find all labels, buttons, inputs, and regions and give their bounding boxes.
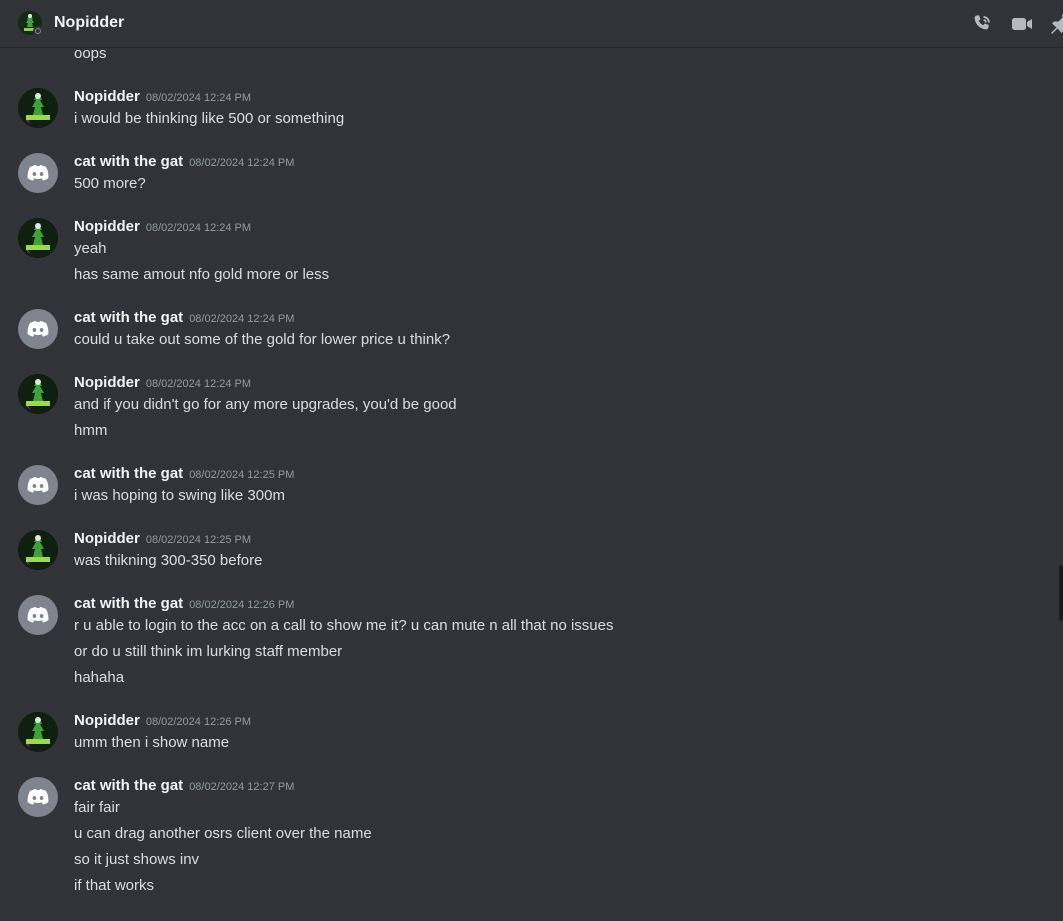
author-name[interactable]: cat with the gat [74, 465, 183, 482]
discord-default-avatar[interactable] [18, 777, 58, 817]
message-timestamp: 08/02/2024 12:27 PM [189, 781, 295, 793]
message-text: i was hoping to swing like 300m [74, 487, 285, 504]
message-text: hahaha [74, 669, 125, 686]
author-name[interactable]: cat with the gat [74, 595, 183, 612]
discord-default-avatar[interactable] [18, 309, 58, 349]
message-header: cat with the gat 08/02/2024 12:24 PM [74, 153, 294, 173]
message-text: umm then i show name [74, 734, 230, 751]
message-header: cat with the gat 08/02/2024 12:25 PM [74, 465, 294, 485]
nopidder-avatar-icon [18, 712, 58, 752]
message-timestamp: 08/02/2024 12:24 PM [145, 92, 252, 104]
nopidder-avatar-icon [18, 218, 58, 258]
message-timestamp: 08/02/2024 12:24 PM [145, 378, 252, 390]
video-camera-icon[interactable] [1010, 12, 1034, 36]
channel-title: Nopidder [54, 14, 125, 31]
pin-icon[interactable] [1048, 12, 1063, 36]
message-header: cat with the gat 08/02/2024 12:26 PM [74, 595, 294, 615]
message-timestamp: 08/02/2024 12:25 PM [145, 534, 252, 546]
message-text: has same amout nfo gold more or less [74, 266, 330, 283]
message-header: Nopidder 08/02/2024 12:24 PM [74, 374, 251, 394]
discord-default-avatar[interactable] [18, 153, 58, 193]
author-name[interactable]: cat with the gat [74, 153, 183, 170]
message-timestamp: 08/02/2024 12:26 PM [189, 599, 295, 611]
message-text: was thikning 300-350 before [74, 552, 263, 569]
message-header: Nopidder 08/02/2024 12:24 PM [74, 218, 251, 238]
message-header: Nopidder 08/02/2024 12:25 PM [74, 530, 251, 550]
message-text: or do u still think im lurking staff mem… [74, 643, 343, 660]
offline-status-icon [33, 26, 43, 36]
author-name[interactable]: Nopidder [74, 712, 140, 729]
message-timestamp: 08/02/2024 12:24 PM [145, 222, 252, 234]
message-text: oops [74, 45, 107, 62]
message-header: Nopidder 08/02/2024 12:24 PM [74, 88, 251, 108]
message-timestamp: 08/02/2024 12:24 PM [189, 313, 295, 325]
discord-logo-icon [27, 789, 49, 805]
message-text: so it just shows inv [74, 851, 200, 868]
message-text: could u take out some of the gold for lo… [74, 331, 451, 348]
message-text: i would be thinking like 500 or somethin… [74, 110, 345, 127]
nopidder-avatar-icon [18, 530, 58, 570]
nopidder-avatar[interactable] [18, 374, 58, 414]
phone-call-icon[interactable] [970, 12, 994, 36]
discord-logo-icon [27, 607, 49, 623]
author-name[interactable]: Nopidder [74, 374, 140, 391]
author-name[interactable]: cat with the gat [74, 777, 183, 794]
nopidder-avatar[interactable] [18, 218, 58, 258]
message-header: cat with the gat 08/02/2024 12:27 PM [74, 777, 294, 797]
message-text: and if you didn't go for any more upgrad… [74, 396, 457, 413]
message-text: 500 more? [74, 175, 146, 192]
nopidder-avatar[interactable] [18, 712, 58, 752]
author-name[interactable]: cat with the gat [74, 309, 183, 326]
message-text: r u able to login to the acc on a call t… [74, 617, 614, 634]
discord-logo-icon [27, 477, 49, 493]
message-text: hmm [74, 422, 108, 439]
message-text: yeah [74, 240, 107, 257]
discord-logo-icon [27, 321, 49, 337]
channel-header: Nopidder [0, 0, 1063, 48]
nopidder-avatar-icon [18, 374, 58, 414]
message-text: fair fair [74, 799, 120, 816]
discord-default-avatar[interactable] [18, 465, 58, 505]
nopidder-avatar[interactable] [18, 88, 58, 128]
message-list[interactable]: oops Nopidder 08/02/2024 12:24 PM i would… [0, 45, 1063, 921]
message-header: cat with the gat 08/02/2024 12:24 PM [74, 309, 294, 329]
nopidder-avatar[interactable] [18, 530, 58, 570]
author-name[interactable]: Nopidder [74, 88, 140, 105]
nopidder-avatar-icon [18, 88, 58, 128]
message-text: if that works [74, 877, 155, 894]
message-timestamp: 08/02/2024 12:24 PM [189, 157, 295, 169]
author-name[interactable]: Nopidder [74, 218, 140, 235]
message-text: u can drag another osrs client over the … [74, 825, 372, 842]
message-header: Nopidder 08/02/2024 12:26 PM [74, 712, 251, 732]
message-timestamp: 08/02/2024 12:26 PM [145, 716, 252, 728]
author-name[interactable]: Nopidder [74, 530, 140, 547]
discord-default-avatar[interactable] [18, 595, 58, 635]
scrollbar-thumb[interactable] [1059, 565, 1063, 621]
message-timestamp: 08/02/2024 12:25 PM [189, 469, 295, 481]
discord-logo-icon [27, 165, 49, 181]
